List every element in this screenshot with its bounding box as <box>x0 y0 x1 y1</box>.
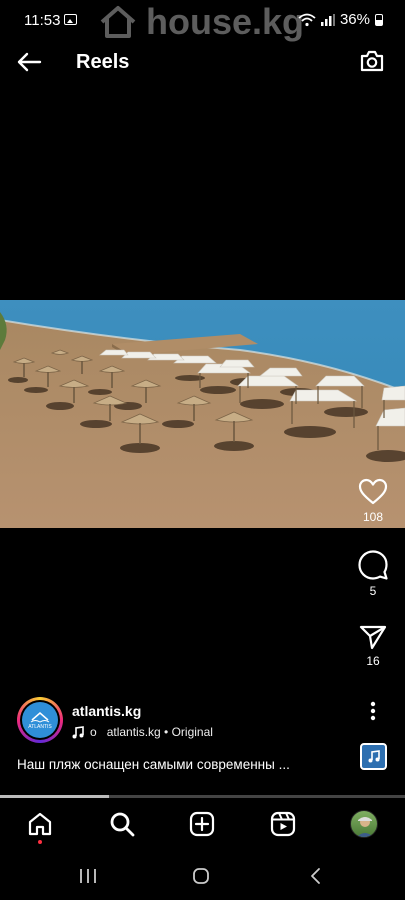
bottom-navigation <box>0 800 405 850</box>
recents-icon <box>80 869 96 883</box>
profile-avatar <box>350 810 378 838</box>
like-count: 108 <box>362 510 384 524</box>
page-title: Reels <box>76 51 130 73</box>
notification-dot <box>38 840 42 844</box>
comment-count: 5 <box>369 584 377 598</box>
heart-icon <box>358 478 388 505</box>
home-circle-icon <box>193 868 209 884</box>
share-action[interactable]: 16 <box>353 624 393 668</box>
beach-video-frame <box>0 300 405 528</box>
like-action[interactable]: 108 <box>353 478 393 524</box>
paper-plane-icon <box>359 625 387 650</box>
music-note-icon <box>72 725 84 738</box>
add-post-icon <box>189 811 215 837</box>
comment-action[interactable]: 5 <box>353 550 393 598</box>
wifi-icon <box>298 13 316 26</box>
reel-video[interactable] <box>0 300 405 528</box>
avatar-label: ATLANTIS <box>28 723 52 730</box>
back-button[interactable] <box>14 48 44 76</box>
nav-home[interactable] <box>25 809 55 844</box>
reel-caption[interactable]: Наш пляж оснащен самыми современны ... <box>17 757 290 772</box>
author-row: ATLANTIS atlantis.kg о atlantis.kg • Ori… <box>17 697 317 745</box>
music-note-icon <box>368 750 380 763</box>
camera-button[interactable] <box>357 46 387 76</box>
battery-icon <box>375 13 383 26</box>
back-system-button[interactable] <box>303 864 327 888</box>
arrow-left-icon <box>17 52 42 72</box>
video-progress-fill <box>0 795 110 798</box>
signal-icon <box>320 13 335 26</box>
author-username[interactable]: atlantis.kg <box>72 703 141 719</box>
nav-profile[interactable] <box>349 809 379 839</box>
reels-header: Reels <box>0 42 405 82</box>
video-progress-bar[interactable] <box>0 795 405 798</box>
nav-reels[interactable] <box>268 809 298 839</box>
home-system-button[interactable] <box>189 864 213 888</box>
home-icon <box>28 812 52 836</box>
nav-search[interactable] <box>107 809 137 839</box>
author-avatar[interactable]: ATLANTIS <box>17 697 63 743</box>
status-bar: 11:53 house.kg 36% <box>0 0 405 42</box>
atlantis-logo-icon <box>30 711 50 723</box>
back-chevron-icon <box>311 868 320 884</box>
reels-icon <box>270 811 296 837</box>
status-indicators: 36% <box>298 11 383 28</box>
image-notification-icon <box>64 14 77 25</box>
house-logo-icon <box>100 6 136 38</box>
search-icon <box>110 812 135 837</box>
system-navigation <box>0 850 405 900</box>
vertical-dots-icon <box>370 701 376 721</box>
watermark: house.kg <box>98 0 304 44</box>
more-options-button[interactable] <box>361 699 385 723</box>
recents-button[interactable] <box>76 864 100 888</box>
status-time: 11:53 <box>24 12 61 29</box>
audio-text: atlantis.kg • Original <box>106 725 213 739</box>
comment-bubble-icon <box>358 550 388 580</box>
nav-create[interactable] <box>187 809 217 839</box>
watermark-text: house.kg <box>146 1 305 42</box>
audio-prefix: о <box>90 725 97 739</box>
share-count: 16 <box>366 654 380 668</box>
audio-thumbnail[interactable] <box>360 743 387 770</box>
camera-icon <box>360 50 384 72</box>
battery-percent: 36% <box>339 11 370 28</box>
audio-info[interactable]: о atlantis.kg • Original <box>72 725 213 739</box>
